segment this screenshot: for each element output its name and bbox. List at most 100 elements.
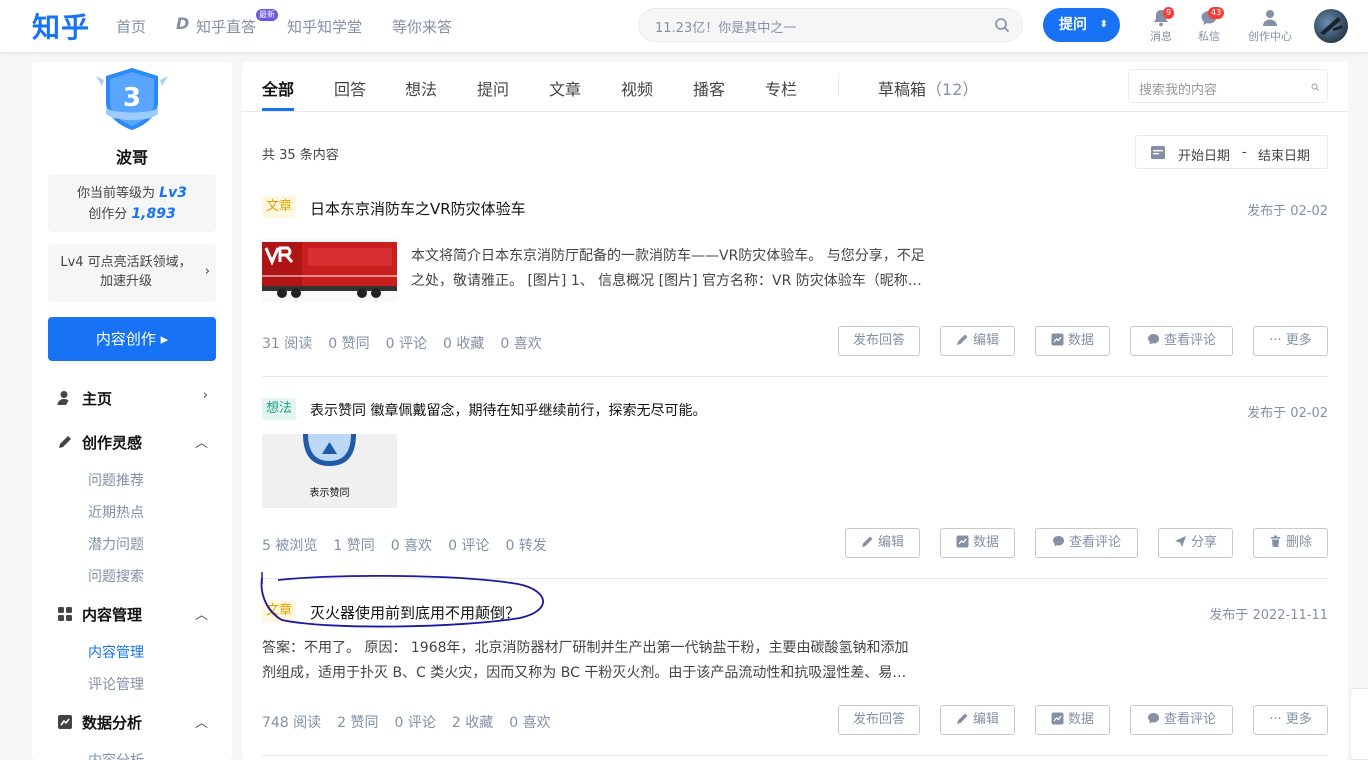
level-info-card[interactable]: 你当前等级为 Lv3 创作分 1,893: [48, 174, 216, 232]
item-divider: [262, 578, 1328, 579]
level-shield-badge: 3: [96, 68, 168, 130]
sidebar-subitem[interactable]: 评论管理: [88, 674, 144, 694]
sidebar-subitem[interactable]: 内容分析: [88, 750, 144, 760]
more-button[interactable]: ··· 更多: [1253, 705, 1328, 735]
publish-date: 发布于 02-02: [1247, 406, 1328, 421]
left-sidebar: 3 波哥 你当前等级为 Lv3 创作分 1,893 Lv4 可点亮活跃领域，加速…: [32, 62, 232, 760]
edit-button[interactable]: 编辑: [940, 326, 1015, 356]
pencil-icon: [861, 536, 873, 547]
more-dots-icon: ···: [1269, 333, 1286, 348]
tab-columns[interactable]: 专栏: [765, 76, 797, 100]
user-avatar[interactable]: [1314, 9, 1348, 43]
publish-answer-button[interactable]: 发布回答: [838, 705, 920, 735]
sidebar-item-home[interactable]: 主页: [56, 388, 112, 409]
more-button[interactable]: ··· 更多: [1253, 326, 1328, 356]
tab-answers[interactable]: 回答: [334, 76, 366, 100]
sidebar-item-content-management[interactable]: 内容管理: [56, 604, 142, 625]
edit-button[interactable]: 编辑: [845, 528, 920, 558]
sidebar-subitem[interactable]: 潜力问题: [88, 534, 144, 554]
my-content-search-input[interactable]: 搜索我的内容: [1128, 69, 1328, 103]
excerpt-line: 本文将简介日本东京消防厅配备的一款消防车——VR防灾体验车。 与您分享，不足: [411, 248, 925, 264]
nav-zhixuetang[interactable]: 知乎知学堂: [287, 16, 362, 37]
upgrade-tip-card[interactable]: Lv4 可点亮活跃领域，加速升级 ›: [48, 244, 216, 302]
more-label: 更多: [1285, 333, 1312, 348]
item-stats: 5 被浏览 1 赞同 0 喜欢 0 评论 0 转发: [262, 535, 563, 555]
direct-messages-button[interactable]: 43 私信: [1184, 7, 1234, 44]
ask-question-button[interactable]: 提问 ⬍: [1043, 8, 1120, 42]
chevron-up-icon: ︿: [194, 608, 208, 623]
score-value: 1,893: [131, 206, 176, 222]
nav-zhida[interactable]: 知乎直答: [196, 16, 256, 37]
edit-label: 编辑: [877, 535, 904, 550]
sidebar-inspiration-label: 创作灵感: [82, 434, 143, 452]
article-tag: 文章: [262, 196, 297, 218]
sidebar-subitem-active[interactable]: 内容管理: [88, 642, 144, 662]
date-range-picker[interactable]: 开始日期 - 结束日期: [1135, 135, 1328, 169]
messages-count-badge: 9: [1163, 7, 1175, 19]
floating-side-widget[interactable]: [1350, 688, 1368, 760]
tab-ideas[interactable]: 想法: [405, 76, 437, 100]
delete-button[interactable]: 删除: [1253, 528, 1328, 558]
zhida-icon: D: [176, 14, 190, 33]
sidebar-item-inspiration[interactable]: 创作灵感: [56, 432, 142, 453]
zhihu-logo[interactable]: 知乎: [32, 6, 90, 46]
stat-reposts: 0 转发: [505, 538, 547, 554]
stat-likes: 0 喜欢: [509, 715, 551, 731]
tab-questions[interactable]: 提问: [477, 76, 509, 100]
item-title[interactable]: 日本东京消防车之VR防灾体验车: [310, 198, 526, 219]
edit-button[interactable]: 编辑: [940, 705, 1015, 735]
sidebar-item-analytics[interactable]: 数据分析: [56, 712, 142, 733]
search-icon[interactable]: [1311, 83, 1319, 91]
creator-center-label: 创作中心: [1248, 30, 1292, 43]
stat-upvotes: 1 赞同: [333, 538, 375, 554]
stat-likes: 0 喜欢: [390, 538, 433, 554]
stat-views: 5 被浏览: [262, 538, 318, 554]
share-button[interactable]: 分享: [1158, 528, 1233, 558]
total-count: 共 35 条内容: [262, 148, 339, 163]
tab-all[interactable]: 全部: [262, 76, 294, 100]
search-input[interactable]: 11.23亿！你是其中之一: [638, 8, 1023, 42]
trash-icon: [1270, 535, 1280, 547]
sidebar-subitem[interactable]: 问题推荐: [88, 470, 144, 490]
comment-icon: [1147, 334, 1159, 345]
content-create-button[interactable]: 内容创作 ▸: [48, 317, 216, 361]
item-title[interactable]: 表示赞同 徽章佩戴留念，期待在知乎继续前行，探索无尽可能。: [310, 400, 706, 420]
article-thumbnail[interactable]: [262, 238, 397, 302]
publish-date: 发布于 2022-11-11: [1209, 608, 1328, 623]
view-comments-button[interactable]: 查看评论: [1130, 326, 1233, 356]
data-button[interactable]: 数据: [1035, 326, 1110, 356]
item-title[interactable]: 灭火器使用前到底用不用颠倒？: [310, 602, 520, 623]
chart-icon: [1051, 333, 1064, 346]
tab-drafts[interactable]: 草稿箱（12）: [878, 76, 978, 100]
data-button[interactable]: 数据: [940, 528, 1015, 558]
view-comments-button[interactable]: 查看评论: [1035, 528, 1138, 558]
item-excerpt[interactable]: 本文将简介日本东京消防厅配备的一款消防车——VR防灾体验车。 与您分享，不足 之…: [411, 244, 925, 294]
pencil-icon: [956, 713, 968, 724]
dm-count-badge: 43: [1208, 7, 1225, 19]
nav-home[interactable]: 首页: [116, 16, 146, 37]
top-navigation-bar: 知乎 首页 D 知乎直答 最新 知乎知学堂 等你来答 11.23亿！你是其中之一…: [0, 0, 1368, 52]
username[interactable]: 波哥: [32, 144, 232, 168]
tab-articles[interactable]: 文章: [549, 76, 581, 100]
level-number: 3: [123, 83, 141, 113]
item-excerpt[interactable]: 答案：不用了。 原因： 1968年，北京消防器材厂研制并生产出第一代钠盐干粉，主…: [262, 636, 909, 686]
nav-waiting-answers[interactable]: 等你来答: [392, 16, 452, 37]
idea-thumbnail[interactable]: 表示赞同: [262, 434, 397, 508]
item-stats: 748 阅读 2 赞同 0 评论 2 收藏 0 喜欢: [262, 712, 567, 732]
tab-videos[interactable]: 视频: [621, 76, 653, 100]
tab-podcasts[interactable]: 播客: [693, 76, 725, 100]
messages-button[interactable]: 9 消息: [1136, 7, 1186, 44]
search-icon[interactable]: [994, 17, 1010, 33]
sidebar-subitem[interactable]: 问题搜索: [88, 566, 144, 586]
item-divider: [262, 376, 1328, 377]
my-search-placeholder: 搜索我的内容: [1139, 83, 1218, 98]
stat-reads: 748 阅读: [262, 715, 322, 731]
publish-answer-button[interactable]: 发布回答: [838, 326, 920, 356]
data-button[interactable]: 数据: [1035, 705, 1110, 735]
creator-center-button[interactable]: 创作中心: [1244, 8, 1296, 44]
data-label: 数据: [1067, 333, 1094, 348]
person-icon: [1263, 10, 1277, 26]
search-placeholder: 11.23亿！你是其中之一: [655, 21, 797, 36]
view-comments-button[interactable]: 查看评论: [1130, 705, 1233, 735]
sidebar-subitem[interactable]: 近期热点: [88, 502, 144, 522]
